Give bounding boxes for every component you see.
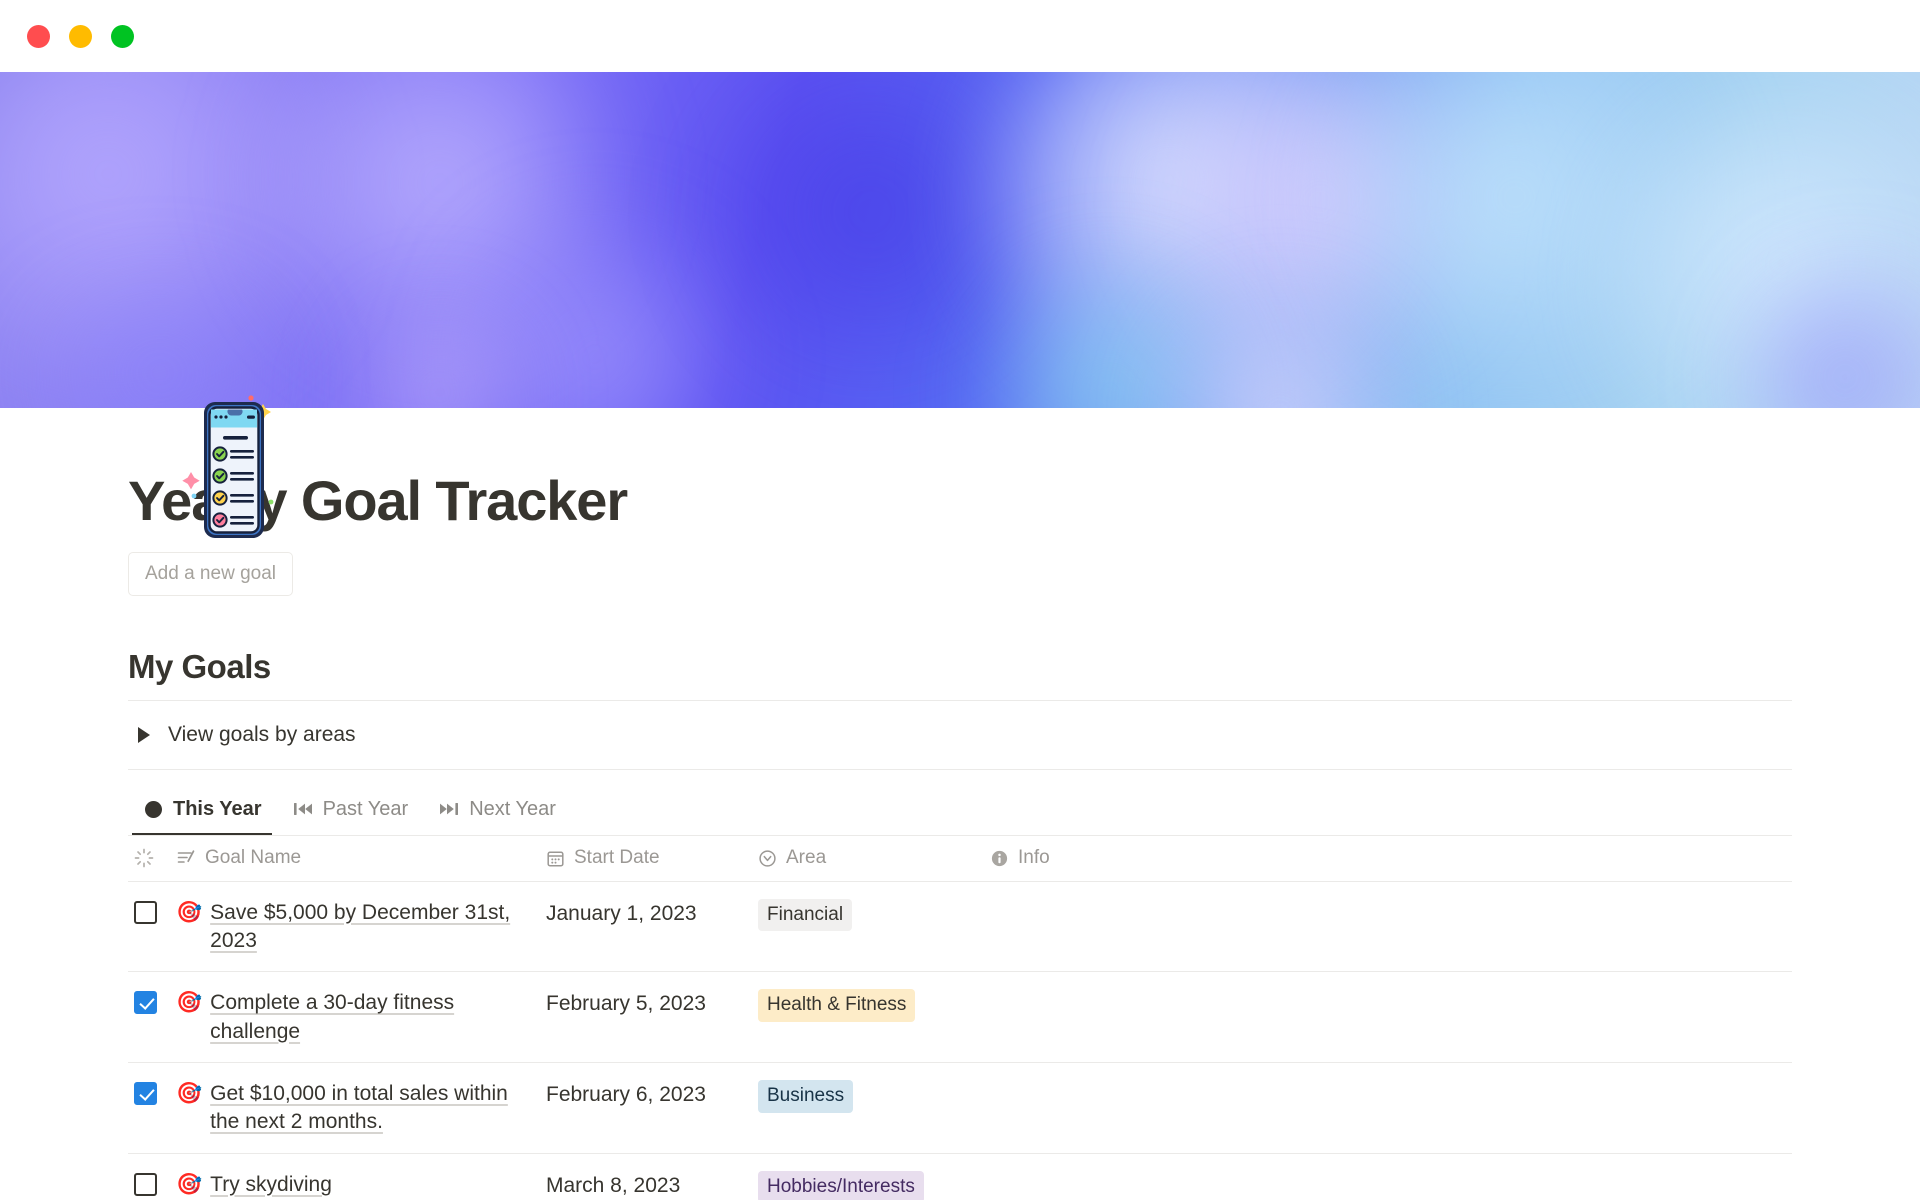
goal-name-link[interactable]: Get $10,000 in total sales within the ne… (210, 1080, 532, 1137)
goal-name-cell[interactable]: 🎯 Try skydiving (176, 1171, 546, 1199)
close-window-button[interactable] (27, 24, 50, 48)
area-cell[interactable]: Financial (758, 898, 990, 932)
start-date-cell[interactable]: February 5, 2023 (546, 989, 758, 1018)
goal-name-cell[interactable]: 🎯 Complete a 30-day fitness challenge (176, 989, 546, 1046)
skip-forward-icon (438, 798, 460, 820)
row-checkbox-cell[interactable] (128, 899, 176, 924)
table-row[interactable]: 🎯 Complete a 30-day fitness challenge Fe… (128, 972, 1792, 1063)
column-header-start-date[interactable]: Start Date (546, 847, 758, 869)
bokeh-blob (1610, 92, 1920, 408)
loading-spinner-icon (134, 847, 154, 869)
row-checkbox-cell[interactable] (128, 1171, 176, 1196)
goal-name-link[interactable]: Complete a 30-day fitness challenge (210, 989, 532, 1046)
goal-name-cell[interactable]: 🎯 Get $10,000 in total sales within the … (176, 1080, 546, 1137)
tab-past-year[interactable]: Past Year (282, 792, 419, 835)
text-edit-icon (176, 847, 196, 869)
tab-label: This Year (173, 797, 262, 820)
row-checkbox-cell[interactable] (128, 989, 176, 1015)
goal-name-link[interactable]: Save $5,000 by December 31st, 2023 (210, 899, 532, 956)
column-label: Goal Name (205, 847, 302, 869)
start-date-cell[interactable]: February 6, 2023 (546, 1080, 758, 1109)
table-row[interactable]: 🎯 Save $5,000 by December 31st, 2023 Jan… (128, 882, 1792, 973)
goal-checkbox[interactable] (134, 1172, 157, 1196)
maximize-window-button[interactable] (111, 24, 134, 48)
bokeh-blob (1300, 72, 1730, 408)
goal-name-link[interactable]: Try skydiving (210, 1171, 332, 1199)
target-icon: 🎯 (176, 991, 203, 1015)
column-header-info[interactable]: Info (990, 847, 1792, 869)
goals-table: Goal Name Start Date Area Info 🎯 Save $5… (128, 836, 1792, 1200)
column-header-area[interactable]: Area (758, 847, 990, 869)
page-cover-banner[interactable] (0, 72, 1920, 408)
column-header-goal-name[interactable]: Goal Name (176, 847, 546, 869)
info-icon (990, 847, 1009, 869)
traffic-lights (27, 24, 134, 48)
area-tag: Health & Fitness (758, 989, 916, 1022)
page-title: Yearly Goal Tracker (128, 469, 628, 532)
bokeh-blob (1140, 272, 1420, 408)
target-icon: 🎯 (176, 1172, 203, 1196)
skip-backward-icon (292, 798, 314, 820)
bokeh-blob (980, 72, 1400, 408)
bokeh-blob (1140, 72, 1500, 392)
view-tabs: This Year Past Year Next Year (128, 792, 1792, 836)
bokeh-blob (1740, 252, 1920, 408)
area-tag: Hobbies/Interests (758, 1170, 924, 1200)
target-icon: 🎯 (176, 1081, 203, 1105)
bokeh-blob (430, 192, 760, 408)
tab-label: Past Year (322, 797, 409, 820)
tab-this-year[interactable]: This Year (132, 792, 272, 835)
table-row[interactable]: 🎯 Get $10,000 in total sales within the … (128, 1063, 1792, 1154)
goal-name-cell[interactable]: 🎯 Save $5,000 by December 31st, 2023 (176, 899, 546, 956)
page-content: Yearly Goal Tracker Add a new goal My Go… (0, 395, 1920, 1200)
window-titlebar (0, 0, 1920, 72)
tab-label: Next Year (469, 797, 556, 820)
column-header-status[interactable] (128, 847, 176, 869)
area-cell[interactable]: Health & Fitness (758, 989, 990, 1022)
bokeh-blob (690, 72, 1050, 392)
column-label: Area (786, 847, 827, 869)
row-checkbox-cell[interactable] (128, 1080, 176, 1105)
goal-checkbox[interactable] (134, 1081, 157, 1105)
area-cell[interactable]: Business (758, 1079, 990, 1113)
bokeh-blob (0, 72, 360, 408)
toggle-label: View goals by areas (168, 722, 356, 746)
select-chevron-icon (758, 847, 777, 869)
column-label: Info (1018, 847, 1050, 869)
phone-checklist-icon[interactable] (178, 384, 282, 544)
chevron-right-icon[interactable] (138, 726, 150, 743)
area-cell[interactable]: Hobbies/Interests (758, 1170, 990, 1200)
bokeh-blob (250, 72, 630, 372)
table-header-row: Goal Name Start Date Area Info (128, 836, 1792, 882)
view-goals-by-areas-toggle[interactable]: View goals by areas (128, 701, 1792, 770)
table-row[interactable]: 🎯 Try skydiving March 8, 2023 Hobbies/In… (128, 1154, 1792, 1200)
goal-checkbox[interactable] (134, 991, 157, 1015)
bokeh-blob (340, 292, 540, 408)
tab-next-year[interactable]: Next Year (428, 792, 566, 835)
goal-checkbox[interactable] (134, 900, 157, 924)
add-new-goal-button[interactable]: Add a new goal (128, 551, 293, 596)
bokeh-blob (960, 242, 1260, 408)
target-icon: 🎯 (176, 900, 203, 924)
minimize-window-button[interactable] (69, 24, 92, 48)
filled-circle-icon (142, 798, 164, 820)
calendar-icon (546, 847, 565, 869)
my-goals-heading: My Goals (128, 648, 1792, 701)
area-tag: Financial (758, 898, 853, 932)
column-label: Start Date (574, 847, 660, 869)
start-date-cell[interactable]: March 8, 2023 (546, 1171, 758, 1200)
start-date-cell[interactable]: January 1, 2023 (546, 899, 758, 928)
area-tag: Business (758, 1079, 854, 1113)
